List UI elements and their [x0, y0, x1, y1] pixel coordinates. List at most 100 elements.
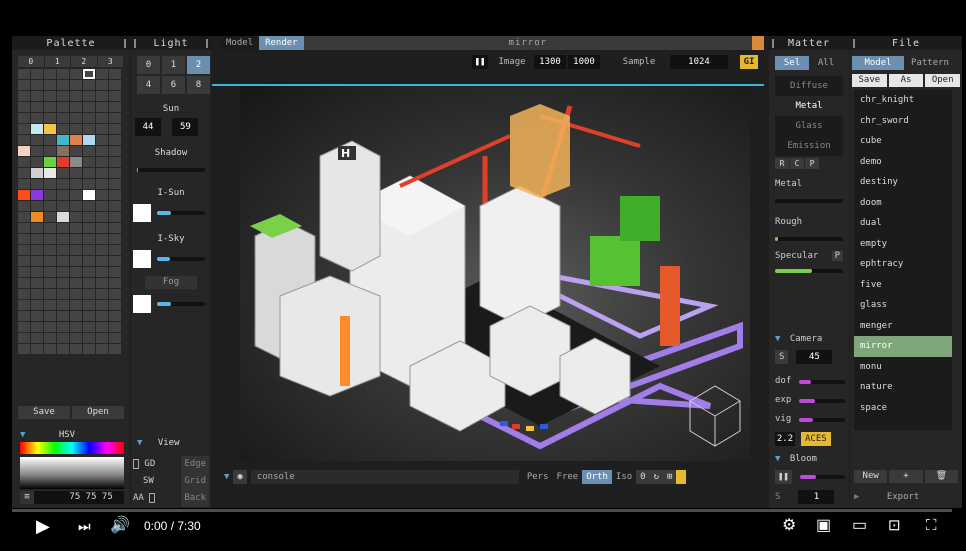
file-open-button[interactable]: Open — [925, 74, 961, 87]
palette-swatch[interactable] — [44, 124, 56, 134]
view-toggle-aa[interactable]: AA — [133, 490, 156, 507]
palette-swatch[interactable] — [57, 179, 69, 189]
palette-swatch[interactable] — [109, 179, 121, 189]
expand-triangle-icon[interactable]: ▶ — [854, 492, 859, 502]
palette-swatch[interactable] — [96, 256, 108, 266]
palette-swatch[interactable] — [109, 245, 121, 255]
cast-icon[interactable]: ⊡ — [888, 516, 901, 536]
palette-swatch[interactable] — [109, 69, 121, 79]
palette-swatch[interactable] — [96, 234, 108, 244]
palette-swatch[interactable] — [109, 267, 121, 277]
palette-swatch[interactable] — [57, 146, 69, 156]
palette-swatch[interactable] — [57, 190, 69, 200]
palette-swatch[interactable] — [83, 278, 95, 288]
metal-slider[interactable] — [775, 199, 843, 203]
palette-swatch[interactable] — [96, 157, 108, 167]
file-list-item[interactable]: space — [854, 398, 952, 419]
palette-swatch[interactable] — [96, 124, 108, 134]
palette-swatch[interactable] — [18, 157, 30, 167]
file-tab-model[interactable]: Model — [852, 56, 904, 70]
palette-swatch[interactable] — [57, 91, 69, 101]
specular-slider[interactable] — [775, 269, 843, 273]
palette-swatch[interactable] — [31, 234, 43, 244]
palette-swatch[interactable] — [44, 102, 56, 112]
palette-swatch[interactable] — [18, 168, 30, 178]
palette-swatch[interactable] — [18, 300, 30, 310]
palette-swatch[interactable] — [96, 322, 108, 332]
palette-swatch[interactable] — [70, 300, 82, 310]
palette-swatch[interactable] — [96, 289, 108, 299]
palette-swatch[interactable] — [31, 311, 43, 321]
file-list-item[interactable]: empty — [854, 234, 952, 255]
palette-swatch[interactable] — [18, 69, 30, 79]
palette-swatch[interactable] — [18, 124, 30, 134]
palette-swatch[interactable] — [96, 190, 108, 200]
bloom-header[interactable]: ▼ Bloom — [775, 454, 817, 464]
palette-swatch[interactable] — [83, 113, 95, 123]
palette-swatch[interactable] — [96, 168, 108, 178]
vig-slider[interactable] — [799, 417, 845, 422]
fog-color-swatch[interactable] — [133, 295, 151, 313]
palette-swatch[interactable] — [96, 113, 108, 123]
material-emission[interactable]: Emission — [775, 136, 843, 156]
palette-swatch[interactable] — [70, 168, 82, 178]
orientation-gizmo-icon[interactable] — [689, 385, 741, 447]
bloom-size-field[interactable]: 1 — [798, 490, 835, 504]
palette-swatch[interactable] — [57, 278, 69, 288]
rcp-c-button[interactable]: C — [790, 158, 804, 169]
palette-swatch[interactable] — [57, 135, 69, 145]
palette-swatch[interactable] — [44, 113, 56, 123]
palette-swatch[interactable] — [57, 267, 69, 277]
palette-swatch[interactable] — [109, 223, 121, 233]
palette-swatch[interactable] — [44, 179, 56, 189]
palette-swatch[interactable] — [83, 124, 95, 134]
sun-color-swatch[interactable] — [133, 204, 151, 222]
play-icon[interactable]: ▶ — [36, 516, 50, 536]
file-list-item[interactable]: glass — [854, 295, 952, 316]
palette-swatch[interactable] — [70, 322, 82, 332]
palette-swatch[interactable] — [70, 91, 82, 101]
palette-swatch[interactable] — [31, 322, 43, 332]
palette-swatch[interactable] — [70, 135, 82, 145]
palette-swatch[interactable] — [83, 69, 95, 79]
palette-swatch[interactable] — [57, 234, 69, 244]
palette-tab-2[interactable]: 2 — [71, 56, 97, 67]
material-diffuse[interactable]: Diffuse — [775, 76, 843, 96]
file-list-item[interactable]: five — [854, 275, 952, 296]
palette-swatch[interactable] — [18, 278, 30, 288]
palette-swatch[interactable] — [83, 289, 95, 299]
menu-icon[interactable]: ≡ — [20, 491, 34, 504]
exp-slider[interactable] — [799, 398, 845, 403]
palette-swatch[interactable] — [57, 333, 69, 343]
palette-swatch[interactable] — [96, 102, 108, 112]
palette-open-button[interactable]: Open — [72, 406, 124, 419]
volume-icon[interactable]: 🔊 — [110, 516, 130, 536]
palette-swatch[interactable] — [18, 80, 30, 90]
orange-marker[interactable] — [752, 36, 764, 50]
palette-swatch[interactable] — [70, 157, 82, 167]
palette-swatch[interactable] — [31, 157, 43, 167]
palette-swatch[interactable] — [18, 135, 30, 145]
palette-swatch[interactable] — [18, 102, 30, 112]
palette-swatch[interactable] — [18, 201, 30, 211]
palette-swatch[interactable] — [70, 223, 82, 233]
theater-mode-icon[interactable]: ▭ — [852, 516, 867, 536]
palette-swatch[interactable] — [70, 234, 82, 244]
palette-swatch[interactable] — [83, 267, 95, 277]
palette-swatch[interactable] — [70, 190, 82, 200]
view-toggle-back[interactable]: Back — [181, 490, 209, 507]
palette-swatch[interactable] — [83, 91, 95, 101]
zero-button[interactable]: 0 — [636, 470, 650, 484]
palette-swatch[interactable] — [18, 113, 30, 123]
file-save-as-button[interactable]: As — [888, 74, 924, 87]
isun-slider[interactable] — [157, 211, 205, 215]
palette-swatch[interactable] — [57, 80, 69, 90]
camera-snapshot-icon[interactable]: ◉ — [233, 470, 247, 484]
image-width-field[interactable]: 1300 — [534, 55, 566, 69]
palette-swatch[interactable] — [83, 168, 95, 178]
palette-swatch[interactable] — [18, 190, 30, 200]
palette-swatch[interactable] — [57, 256, 69, 266]
palette-swatch[interactable] — [44, 146, 56, 156]
palette-swatch[interactable] — [44, 201, 56, 211]
palette-swatch[interactable] — [70, 69, 82, 79]
